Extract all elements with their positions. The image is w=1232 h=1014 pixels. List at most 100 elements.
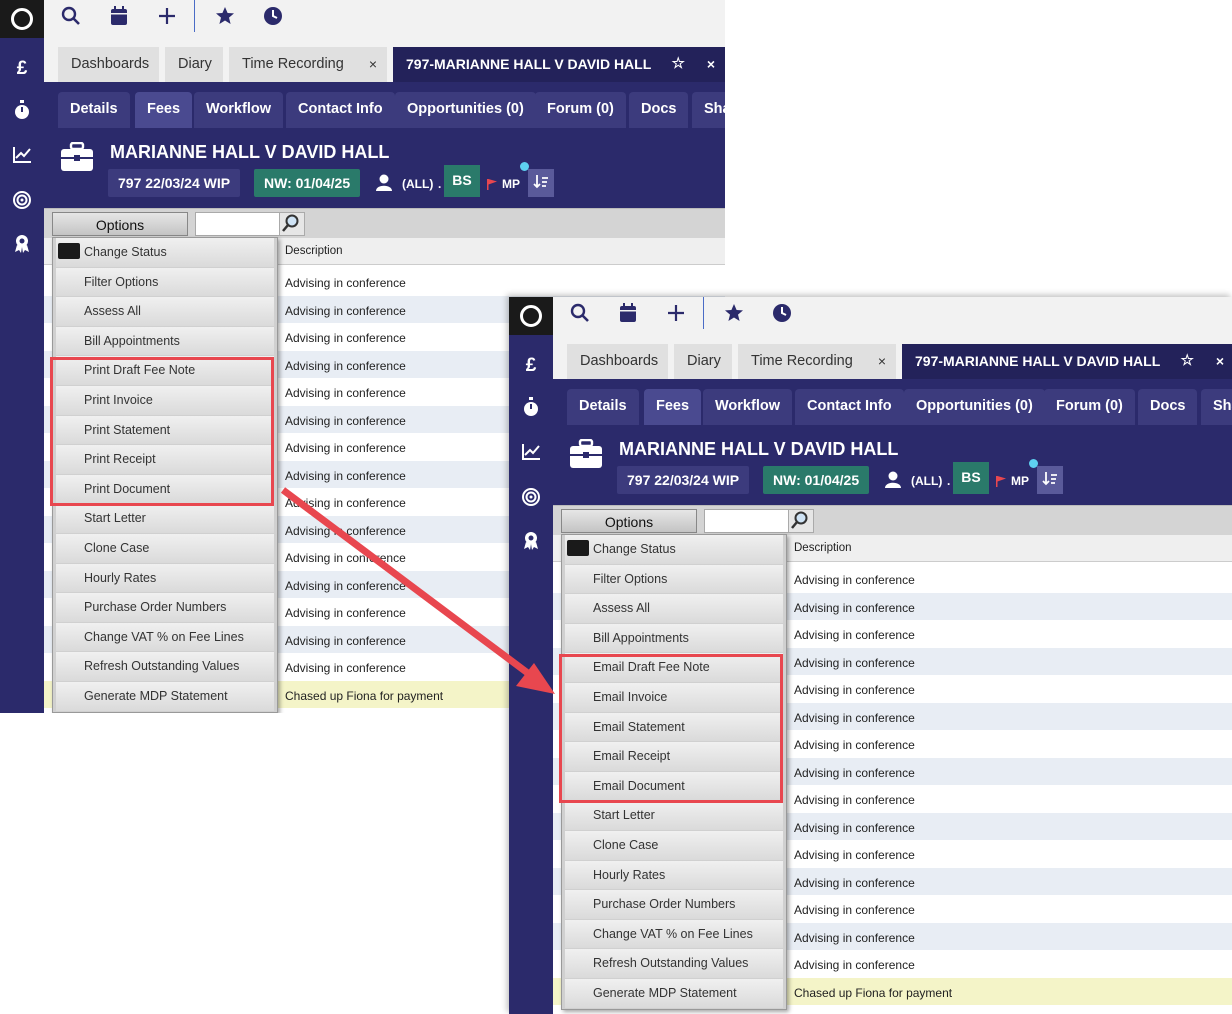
user-icon bbox=[885, 471, 901, 488]
wip-badge[interactable]: 797 22/03/24 WIP bbox=[108, 169, 241, 197]
subtab-details[interactable]: Details bbox=[58, 92, 130, 128]
options-button[interactable]: Options bbox=[52, 212, 188, 236]
favourite-star-icon[interactable]: ☆ bbox=[672, 47, 685, 81]
sort-icon[interactable] bbox=[1037, 466, 1063, 494]
search-input[interactable] bbox=[704, 509, 814, 533]
wip-badge[interactable]: 797 22/03/24 WIP bbox=[617, 466, 750, 494]
nw-badge[interactable]: NW: 01/04/25 bbox=[763, 466, 870, 494]
menu-item[interactable]: Change VAT % on Fee Lines bbox=[565, 919, 783, 949]
subtab-share[interactable]: Sha bbox=[1201, 389, 1232, 425]
close-icon[interactable]: × bbox=[1216, 344, 1224, 378]
menu-item[interactable]: Generate MDP Statement bbox=[565, 978, 783, 1008]
bs-badge[interactable]: BS bbox=[444, 165, 480, 197]
menu-item-label: Purchase Order Numbers bbox=[84, 600, 227, 615]
menu-item[interactable]: Start Letter bbox=[565, 801, 783, 830]
description-column-header[interactable]: Description bbox=[285, 245, 343, 257]
pound-icon[interactable]: £ bbox=[509, 355, 553, 377]
menu-item[interactable]: Filter Options bbox=[565, 564, 783, 594]
plus-icon[interactable] bbox=[659, 297, 693, 329]
menu-item[interactable]: Assess All bbox=[56, 297, 274, 326]
menu-item[interactable]: Clone Case bbox=[565, 830, 783, 860]
subtab-forum[interactable]: Forum (0) bbox=[1044, 389, 1135, 425]
subtab-opportunities[interactable]: Opportunities (0) bbox=[395, 92, 536, 128]
subtab-docs[interactable]: Docs bbox=[1138, 389, 1198, 425]
plus-icon[interactable] bbox=[150, 0, 184, 32]
row-description: Advising in conference bbox=[285, 303, 406, 318]
tab-dashboards[interactable]: Dashboards bbox=[567, 344, 668, 379]
menu-item[interactable]: Purchase Order Numbers bbox=[565, 890, 783, 919]
subtab-contact-info[interactable]: Contact Info bbox=[286, 92, 395, 128]
subtab-workflow[interactable]: Workflow bbox=[194, 92, 283, 128]
star-icon[interactable] bbox=[208, 0, 242, 32]
tab-case[interactable]: 797-MARIANNE HALL V DAVID HALL ☆ × bbox=[393, 47, 725, 82]
favourite-star-icon[interactable]: ☆ bbox=[1181, 344, 1194, 378]
subtab-fees[interactable]: Fees bbox=[644, 389, 702, 425]
clock-icon[interactable] bbox=[256, 0, 290, 32]
menu-item[interactable]: Change Status bbox=[56, 238, 274, 267]
close-icon[interactable]: × bbox=[707, 47, 715, 81]
menu-item[interactable]: Refresh Outstanding Values bbox=[565, 949, 783, 978]
target-icon[interactable] bbox=[509, 487, 553, 513]
app-logo[interactable] bbox=[509, 297, 553, 335]
row-description: Advising in conference bbox=[794, 820, 915, 835]
tab-time-recording[interactable]: Time Recording × bbox=[738, 344, 896, 379]
tab-label: 797-MARIANNE HALL V DAVID HALL bbox=[406, 56, 652, 72]
search-icon[interactable] bbox=[54, 0, 88, 32]
subtab-fees[interactable]: Fees bbox=[135, 92, 193, 128]
description-column-header[interactable]: Description bbox=[794, 542, 852, 554]
sort-icon[interactable] bbox=[528, 169, 554, 197]
subtab-contact-info[interactable]: Contact Info bbox=[795, 389, 904, 425]
menu-item[interactable]: Assess All bbox=[565, 594, 783, 623]
magnifier-icon[interactable] bbox=[788, 510, 813, 532]
calendar-icon[interactable] bbox=[611, 297, 645, 329]
bs-badge[interactable]: BS bbox=[953, 462, 989, 494]
award-icon[interactable] bbox=[509, 531, 553, 557]
menu-item[interactable]: Refresh Outstanding Values bbox=[56, 652, 274, 681]
menu-item[interactable]: Purchase Order Numbers bbox=[56, 593, 274, 622]
app-logo[interactable] bbox=[0, 0, 44, 38]
close-icon[interactable]: × bbox=[369, 47, 377, 81]
menu-item[interactable]: Hourly Rates bbox=[565, 860, 783, 890]
options-button[interactable]: Options bbox=[561, 509, 697, 533]
subtab-docs[interactable]: Docs bbox=[629, 92, 689, 128]
tab-diary[interactable]: Diary bbox=[165, 47, 223, 82]
award-icon[interactable] bbox=[0, 234, 44, 260]
menu-item[interactable]: Change Status bbox=[565, 535, 783, 564]
subtab-forum[interactable]: Forum (0) bbox=[535, 92, 626, 128]
tab-time-recording[interactable]: Time Recording × bbox=[229, 47, 387, 82]
menu-item[interactable]: Bill Appointments bbox=[56, 326, 274, 356]
star-icon[interactable] bbox=[717, 297, 751, 329]
search-input[interactable] bbox=[195, 212, 305, 236]
mp-label: MP bbox=[1011, 474, 1029, 488]
target-icon[interactable] bbox=[0, 190, 44, 216]
menu-item[interactable]: Bill Appointments bbox=[565, 623, 783, 653]
stopwatch-icon[interactable] bbox=[509, 397, 553, 423]
chart-icon[interactable] bbox=[509, 443, 553, 467]
row-description: Advising in conference bbox=[285, 331, 406, 345]
row-description: Advising in conference bbox=[794, 793, 915, 807]
menu-item[interactable]: Clone Case bbox=[56, 533, 274, 563]
menu-item[interactable]: Start Letter bbox=[56, 504, 274, 533]
menu-item[interactable]: Generate MDP Statement bbox=[56, 681, 274, 711]
calendar-icon[interactable] bbox=[102, 0, 136, 32]
menu-item[interactable]: Filter Options bbox=[56, 267, 274, 297]
subtab-workflow[interactable]: Workflow bbox=[703, 389, 792, 425]
nw-badge[interactable]: NW: 01/04/25 bbox=[254, 169, 361, 197]
subtab-opportunities[interactable]: Opportunities (0) bbox=[904, 389, 1045, 425]
menu-item[interactable]: Change VAT % on Fee Lines bbox=[56, 622, 274, 652]
subtab-share[interactable]: Sha bbox=[692, 92, 725, 128]
tab-diary[interactable]: Diary bbox=[674, 344, 732, 379]
subtab-details[interactable]: Details bbox=[567, 389, 639, 425]
menu-item[interactable]: Hourly Rates bbox=[56, 563, 274, 593]
tab-case[interactable]: 797-MARIANNE HALL V DAVID HALL ☆ × bbox=[902, 344, 1232, 379]
menu-item-label: Clone Case bbox=[593, 837, 659, 852]
stopwatch-icon[interactable] bbox=[0, 100, 44, 126]
clock-icon[interactable] bbox=[765, 297, 799, 329]
search-icon[interactable] bbox=[563, 297, 597, 329]
tab-label: Time Recording bbox=[751, 353, 853, 369]
tab-dashboards[interactable]: Dashboards bbox=[58, 47, 159, 82]
close-icon[interactable]: × bbox=[878, 344, 886, 378]
pound-icon[interactable]: £ bbox=[0, 58, 44, 80]
magnifier-icon[interactable] bbox=[279, 213, 304, 235]
chart-icon[interactable] bbox=[0, 146, 44, 170]
